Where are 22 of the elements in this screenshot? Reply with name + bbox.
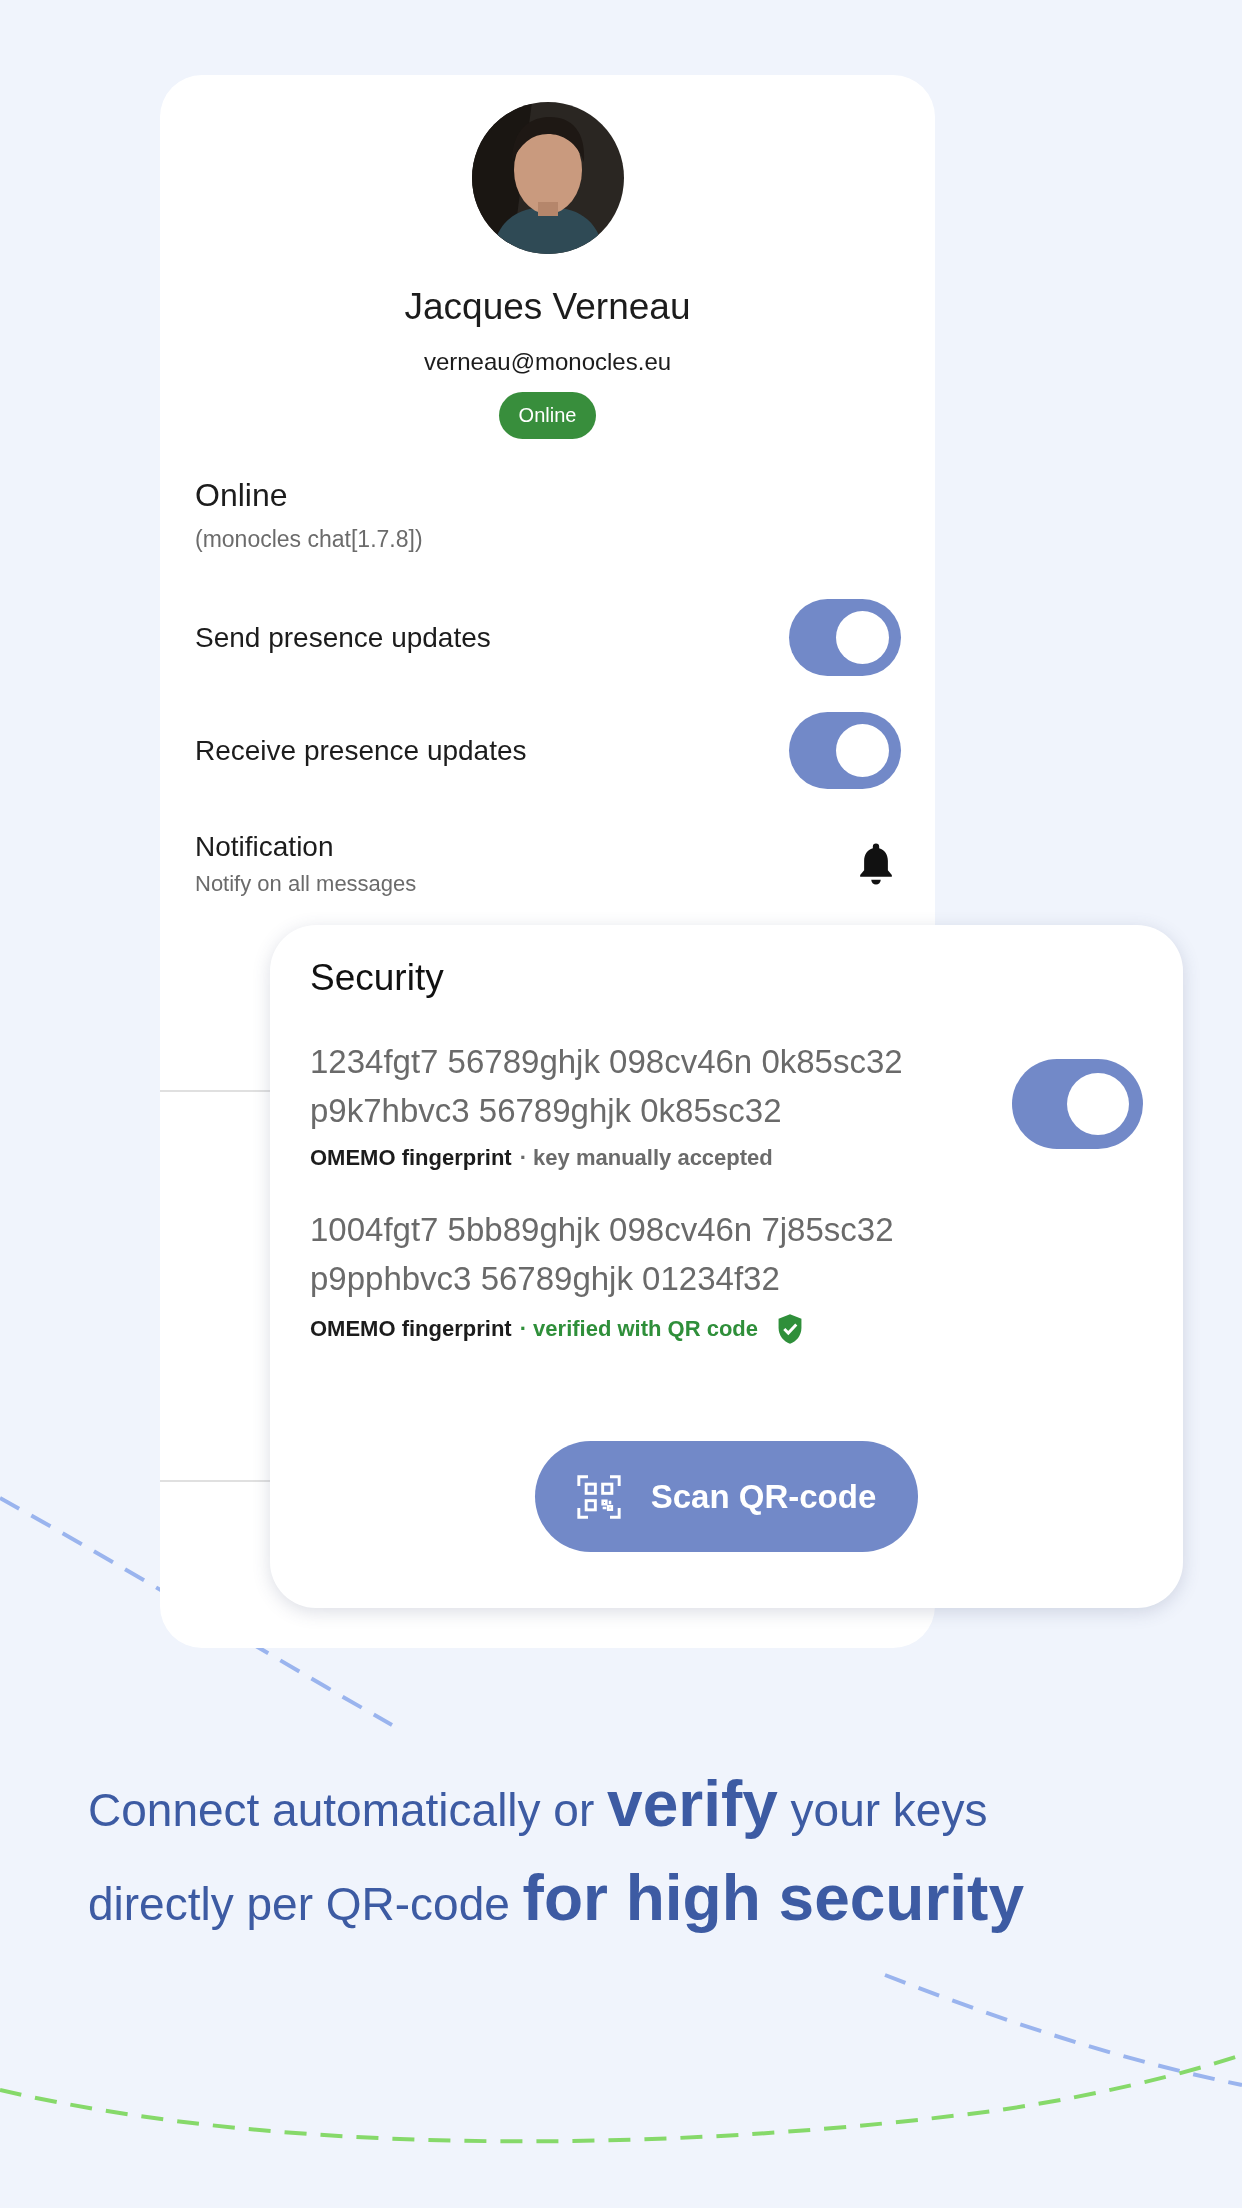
key-type: OMEMO fingerprint — [310, 1316, 512, 1342]
fingerprint-line: 1004fgt7 5bb89ghjk 098cv46n 7j85sc32 — [310, 1210, 894, 1250]
status-badge: Online — [498, 392, 597, 439]
fingerprint-line: p9pphbvc3 56789ghjk 01234f32 — [310, 1259, 781, 1299]
tagline: Connect automatically or verify your keys directly per QR-code for high security — [88, 1767, 1025, 1936]
key-type: OMEMO fingerprint — [310, 1145, 512, 1171]
setting-label: Notification — [195, 830, 335, 863]
presence-status: Online — [195, 477, 289, 514]
contact-address: verneau@monocles.eu — [423, 348, 672, 376]
key-status: · verified with QR code — [519, 1316, 759, 1342]
setting-label: Receive presence updates — [195, 734, 527, 767]
scan-qr-button[interactable]: Scan QR-code — [534, 1441, 919, 1552]
section-title: Security — [310, 957, 445, 999]
fingerprint-line: p9k7hbvc3 56789ghjk 0k85sc32 — [310, 1091, 783, 1131]
bell-icon[interactable] — [857, 840, 895, 887]
setting-label: Send presence updates — [195, 621, 491, 654]
setting-description: Notify on all messages — [195, 870, 417, 897]
contact-name: Jacques Verneau — [404, 286, 691, 328]
client-version: (monocles chat[1.7.8]) — [195, 526, 424, 553]
key-status: · key manually accepted — [519, 1145, 773, 1171]
qr-code-icon — [576, 1474, 621, 1519]
fingerprint-line: 1234fgt7 56789ghjk 098cv46n 0k85sc32 — [310, 1042, 903, 1082]
